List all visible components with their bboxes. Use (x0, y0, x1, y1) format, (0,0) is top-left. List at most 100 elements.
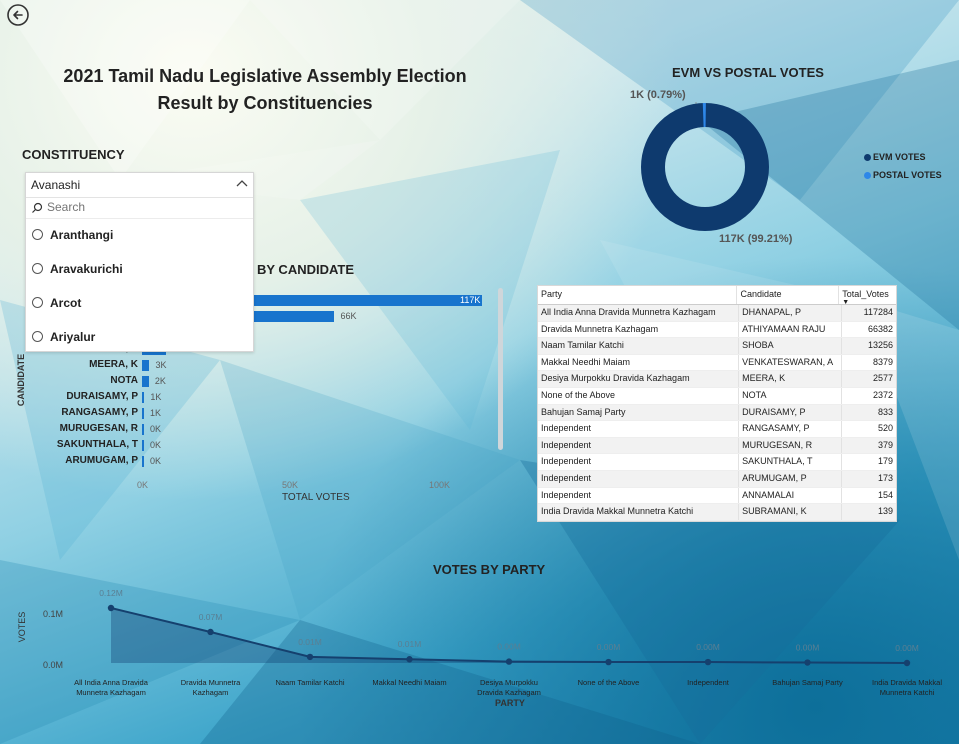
candidate-name: MURUGESAN, R (59, 423, 138, 434)
table-row[interactable]: Bahujan Samaj Party DURAISAMY, P 833 (538, 404, 896, 422)
candidate-bar-row[interactable]: ARUMUGAM, P 0K (22, 454, 492, 470)
votes-data-label: 0.01M (298, 637, 322, 647)
option-aravakurichi[interactable]: Aravakurichi (26, 253, 253, 287)
party-cell: Dravida Munnetra Kazhagam (538, 321, 740, 338)
candidate-bar-value: 0K (150, 424, 162, 434)
candidate-bar-row[interactable]: SAKUNTHALA, T 0K (22, 438, 492, 454)
radio-button[interactable] (32, 263, 43, 274)
votes-cell: 154 (877, 489, 893, 500)
option-label: Aranthangi (50, 228, 114, 242)
party-cell: None of the Above (538, 387, 740, 404)
party-axis-title: PARTY (495, 698, 525, 708)
candidate-bar-value: 0K (150, 440, 162, 450)
candidate-bar[interactable] (142, 408, 144, 419)
search-input[interactable] (47, 200, 237, 214)
votes-by-party-chart[interactable]: 0.12M All India Anna DravidaMunnetra Kazh… (0, 590, 959, 744)
dropdown-header[interactable]: Avanashi (26, 173, 253, 198)
party-tick-label: Dravida Kazhagam (477, 688, 541, 697)
radio-button[interactable] (32, 229, 43, 240)
candidate-bar-row[interactable]: MEERA, K 3K (22, 358, 492, 374)
legend-postal-label: POSTAL VOTES (873, 170, 942, 180)
table-row[interactable]: Makkal Needhi Maiam VENKATESWARAN, A 8379 (538, 354, 896, 372)
donut-chart[interactable] (640, 102, 770, 232)
candidate-bar-row[interactable]: RANGASAMY, P 1K (22, 406, 492, 422)
candidate-bar[interactable] (142, 456, 144, 467)
votes-cell: 173 (877, 472, 893, 483)
constituency-dropdown[interactable]: Avanashi Aranthangi Aravakurichi Arcot A… (25, 172, 254, 352)
party-cell: Independent (538, 454, 740, 470)
back-arrow-icon[interactable] (6, 3, 30, 27)
party-cell: Independent (538, 437, 740, 454)
table-row[interactable]: Independent ANNAMALAI 154 (538, 487, 896, 505)
votes-point (306, 653, 314, 661)
table-row[interactable]: Independent RANGASAMY, P 520 (538, 421, 896, 438)
party-tick-label: Makkal Needhi Maiam (372, 678, 446, 687)
radio-button[interactable] (32, 297, 43, 308)
votes-data-label: 0.07M (199, 612, 223, 622)
chevron-up-icon[interactable] (235, 177, 249, 191)
table-row[interactable]: None of the Above NOTA 2372 (538, 387, 896, 405)
total-votes-axis-title: TOTAL VOTES (282, 492, 350, 503)
table-row[interactable]: Independent SAKUNTHALA, T 179 (538, 454, 896, 471)
table-row[interactable]: Dravida Munnetra Kazhagam ATHIYAMAAN RAJU… (538, 321, 896, 339)
candidate-bar[interactable] (142, 440, 144, 451)
header-total-votes[interactable]: Total_Votes ▼ (839, 286, 896, 306)
legend-item-postal[interactable]: POSTAL VOTES (864, 170, 942, 180)
option-ariyalur[interactable]: Ariyalur (26, 321, 253, 355)
party-cell: Bahujan Samaj Party (538, 404, 740, 421)
x-tick-50k: 50K (282, 480, 299, 490)
party-cell: Naam Tamilar Katchi (538, 338, 740, 354)
option-label: Ariyalur (50, 330, 96, 344)
evm-legend-dot (864, 154, 871, 162)
candidate-bar[interactable] (142, 360, 150, 371)
candidate-cell: SHOBA (739, 338, 842, 354)
table-row[interactable]: Independent ARUMUGAM, P 173 (538, 470, 896, 488)
chart-scrollbar[interactable] (498, 288, 503, 450)
option-arcot[interactable]: Arcot (26, 287, 253, 321)
votes-cell: 520 (877, 423, 893, 434)
candidate-bar-value: 117K (460, 295, 481, 305)
party-cell: Makkal Needhi Maiam (538, 354, 740, 371)
legend-item-evm[interactable]: EVM VOTES (864, 152, 942, 162)
option-aranthangi[interactable]: Aranthangi (26, 219, 253, 253)
candidate-bar-value: 1K (150, 408, 162, 418)
header-party[interactable]: Party (538, 286, 738, 304)
votes-data-label: 0.00M (497, 642, 521, 652)
candidate-bar[interactable] (142, 392, 145, 403)
candidate-bar[interactable] (142, 424, 144, 435)
votes-cell: 833 (877, 406, 893, 417)
legend-evm-label: EVM VOTES (873, 152, 926, 162)
selected-constituency: Avanashi (31, 178, 81, 192)
party-cell: All India Anna Dravida Munnetra Kazhagam (538, 305, 740, 321)
table-row[interactable]: Desiya Murpokku Dravida Kazhagam MEERA, K… (538, 371, 896, 388)
votes-point (903, 659, 911, 667)
candidate-bar-value: 1K (150, 392, 162, 402)
votes-point (207, 628, 214, 636)
party-tick-label: Munnetra Katchi (880, 688, 935, 697)
table-row[interactable]: Naam Tamilar Katchi SHOBA 13256 (538, 338, 896, 355)
radio-button[interactable] (32, 331, 43, 342)
votes-cell: 179 (877, 456, 893, 467)
party-cell: Independent (538, 487, 740, 504)
candidate-cell: ANNAMALAI (739, 487, 842, 504)
candidate-cell: MURUGESAN, R (739, 437, 842, 454)
donut-legend: EVM VOTES POSTAL VOTES (864, 152, 942, 180)
votes-data-label: 0.00M (597, 642, 621, 652)
candidate-bar-row[interactable]: DURAISAMY, P 1K (22, 390, 492, 406)
votes-point (804, 659, 811, 666)
candidate-name: RANGASAMY, P (61, 407, 138, 418)
candidate-bar-row[interactable]: NOTA 2K (22, 374, 492, 390)
table-row[interactable]: India Dravida Makkal Munnetra Katchi SUBR… (538, 504, 896, 521)
party-cell: Desiya Murpokku Dravida Kazhagam (538, 371, 740, 387)
candidate-cell: DURAISAMY, P (739, 404, 842, 421)
header-candidate[interactable]: Candidate (737, 286, 840, 304)
votes-cell: 379 (877, 439, 893, 450)
table-row[interactable]: Independent MURUGESAN, R 379 (538, 437, 896, 455)
candidate-bar-row[interactable]: MURUGESAN, R 0K (22, 422, 492, 438)
candidate-bar[interactable] (142, 376, 149, 387)
results-table[interactable]: Party Candidate Total_Votes ▼ All India A… (537, 285, 897, 522)
evm-votes-data-label: 117K (99.21%) (719, 233, 793, 245)
candidate-chart-title: BY CANDIDATE (257, 262, 355, 277)
party-tick-label: Desiya Murpokku (480, 678, 538, 687)
donut-chart-title: EVM VS POSTAL VOTES (672, 65, 824, 80)
